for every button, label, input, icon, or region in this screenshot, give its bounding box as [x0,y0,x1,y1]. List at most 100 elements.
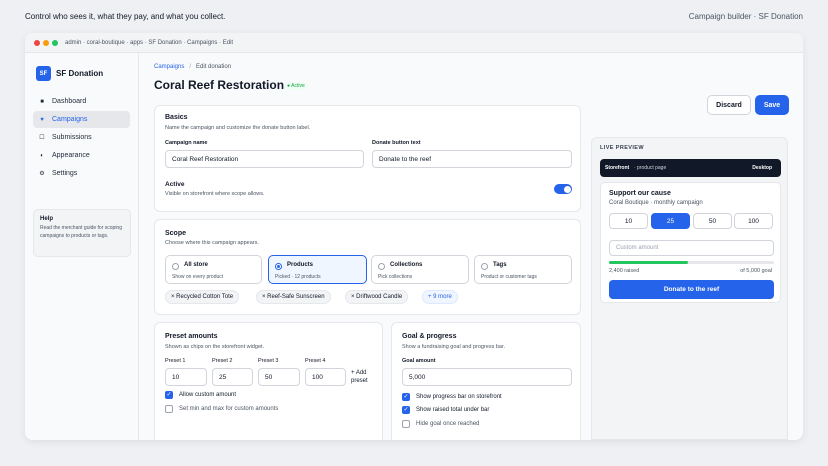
page-title: Coral Reef Restoration [154,78,285,92]
radio-all-store[interactable] [172,263,179,270]
campaign-name-input[interactable]: Coral Reef Restoration [165,150,364,168]
preset-4-input[interactable]: 100 [305,368,346,386]
sidebar-item-submissions[interactable]: ☐ Submissions [33,129,130,146]
active-toggle[interactable] [554,184,572,194]
save-button[interactable]: Save [755,95,789,115]
basics-card: Basics Name the campaign and customize t… [154,105,581,212]
goal-amount-input[interactable]: 5,000 [402,368,572,386]
app-window: admin · coral-boutique · apps · SF Donat… [25,33,803,440]
min-max-checkbox[interactable] [165,405,173,413]
scope-option-products[interactable]: Products Picked · 12 products [268,255,367,284]
allow-custom-checkbox[interactable]: ✓ [165,391,173,399]
preset-4-label: Preset 4 [305,358,326,364]
preset-1-label: Preset 1 [165,358,186,364]
preset-2-label: Preset 2 [212,358,233,364]
breadcrumb-separator: / [189,64,192,70]
basics-subtitle: Name the campaign and customize the dona… [165,125,311,131]
context-label: Campaign builder · SF Donation [688,12,803,21]
show-progress-label: Show progress bar on storefront [416,394,502,400]
amount-chip[interactable]: 100 [734,213,773,229]
scope-option-title: All store [184,262,209,268]
amount-chip[interactable]: 10 [609,213,648,229]
donate-button[interactable]: Donate to the reef [609,280,774,299]
scope-option-tags[interactable]: Tags Product or customer tags [474,255,572,284]
custom-amount-input[interactable]: Custom amount [609,240,774,256]
more-products-chip[interactable]: + 9 more [422,290,458,304]
preset-1-input[interactable]: 10 [165,368,207,386]
dashboard-icon: ■ [40,98,44,105]
product-chip[interactable]: × Recycled Cotton Tote [165,290,240,304]
sidebar-item-dashboard[interactable]: ■ Dashboard [33,93,130,110]
goal-card: Goal & progress Show a fundraising goal … [391,322,581,440]
sidebar-item-campaigns[interactable]: ♥ Campaigns [33,111,130,128]
goal-amount-label: Goal amount [402,358,436,364]
preset-amounts-title: Preset amounts [165,333,218,340]
sidebar-item-label: Settings [52,170,78,177]
brand: SF SF Donation [36,66,138,81]
scope-option-title: Products [287,262,314,268]
status-badge: ● Active [284,82,308,90]
product-chip[interactable]: × Driftwood Candle [345,290,409,304]
preview-page: · product page [634,165,667,171]
preset-3-label: Preset 3 [258,358,279,364]
hide-goal-label: Hide goal once reached [416,421,480,427]
hide-goal-checkbox[interactable] [402,420,410,428]
active-label: Active [165,181,185,188]
basics-title: Basics [165,114,188,121]
preset-amounts-subtitle: Shown as chips on the storefront widget. [165,344,265,350]
sidebar-item-label: Dashboard [52,98,87,105]
sidebar-item-label: Campaigns [52,116,88,123]
donate-button-text-input[interactable]: Donate to the reef [372,150,572,168]
preset-2-input[interactable]: 25 [212,368,253,386]
scope-option-all-store[interactable]: All store Show on every product [165,255,262,284]
preview-toolbar: Storefront · product page Desktop [600,159,781,177]
tagline: Control who sees it, what they pay, and … [25,12,226,21]
minimize-dot[interactable] [43,39,49,46]
progress-fill [609,261,689,264]
sidebar-item-appearance[interactable]: ◐ Appearance [33,147,130,164]
donate-button-text-label: Donate button text [372,140,421,146]
sidebar-nav: ■ Dashboard ♥ Campaigns ☐ Submissions ◐ … [25,93,138,182]
goal-amount: of 5,000 goal [740,268,772,274]
maximize-dot[interactable] [52,39,58,46]
preview-device[interactable]: Desktop [752,165,772,171]
breadcrumb-campaigns[interactable]: Campaigns [154,64,184,70]
sidebar-item-settings[interactable]: ⚙ Settings [33,165,130,182]
inbox-icon: ☐ [39,135,45,141]
live-preview-panel: LIVE PREVIEW Storefront · product page D… [591,137,788,440]
main-content: Campaigns / Edit donation Coral Reef Resto… [139,53,803,440]
scope-title: Scope [165,230,187,237]
progress-track [609,261,774,264]
add-preset-label: preset [351,378,368,384]
amount-chip[interactable]: 50 [693,213,732,229]
scope-option-sub: Show on every product [172,274,224,280]
amount-chip-selected[interactable]: 25 [651,213,690,229]
active-subtitle: Visible on storefront where scope allows… [165,191,265,197]
campaign-name-label: Campaign name [165,140,208,146]
url-text: admin · coral-boutique · apps · SF Donat… [65,39,234,46]
show-raised-checkbox[interactable]: ✓ [402,406,410,414]
breadcrumb-current: Edit donation [196,64,232,70]
scope-card: Scope Choose where this campaign appears… [154,219,581,315]
radio-collections[interactable] [378,263,385,270]
preset-3-input[interactable]: 50 [258,368,300,386]
live-preview-label: LIVE PREVIEW [600,145,644,151]
sidebar-item-label: Submissions [52,134,92,141]
sidebar: SF SF Donation ■ Dashboard ♥ Campaigns ☐… [25,53,139,440]
title-bar: admin · coral-boutique · apps · SF Donat… [25,33,803,53]
radio-tags[interactable] [481,263,488,270]
radio-products[interactable] [275,263,282,270]
help-text[interactable]: Read the merchant guide for scoping camp… [40,225,124,240]
add-preset-button[interactable]: + Add preset [351,369,368,385]
heart-icon: ♥ [40,116,44,123]
discard-button[interactable]: Discard [707,95,751,115]
scope-option-collections[interactable]: Collections Pick collections [371,255,469,284]
donation-widget: Support our cause Coral Boutique · month… [600,182,781,303]
product-chip[interactable]: × Reef-Safe Sunscreen [256,290,331,304]
palette-icon: ◐ [40,152,44,159]
close-dot[interactable] [34,39,40,46]
show-progress-checkbox[interactable]: ✓ [402,393,410,401]
preset-amounts-card: Preset amounts Shown as chips on the sto… [154,322,383,440]
goal-title: Goal & progress [402,333,457,340]
gear-icon: ⚙ [39,171,45,177]
